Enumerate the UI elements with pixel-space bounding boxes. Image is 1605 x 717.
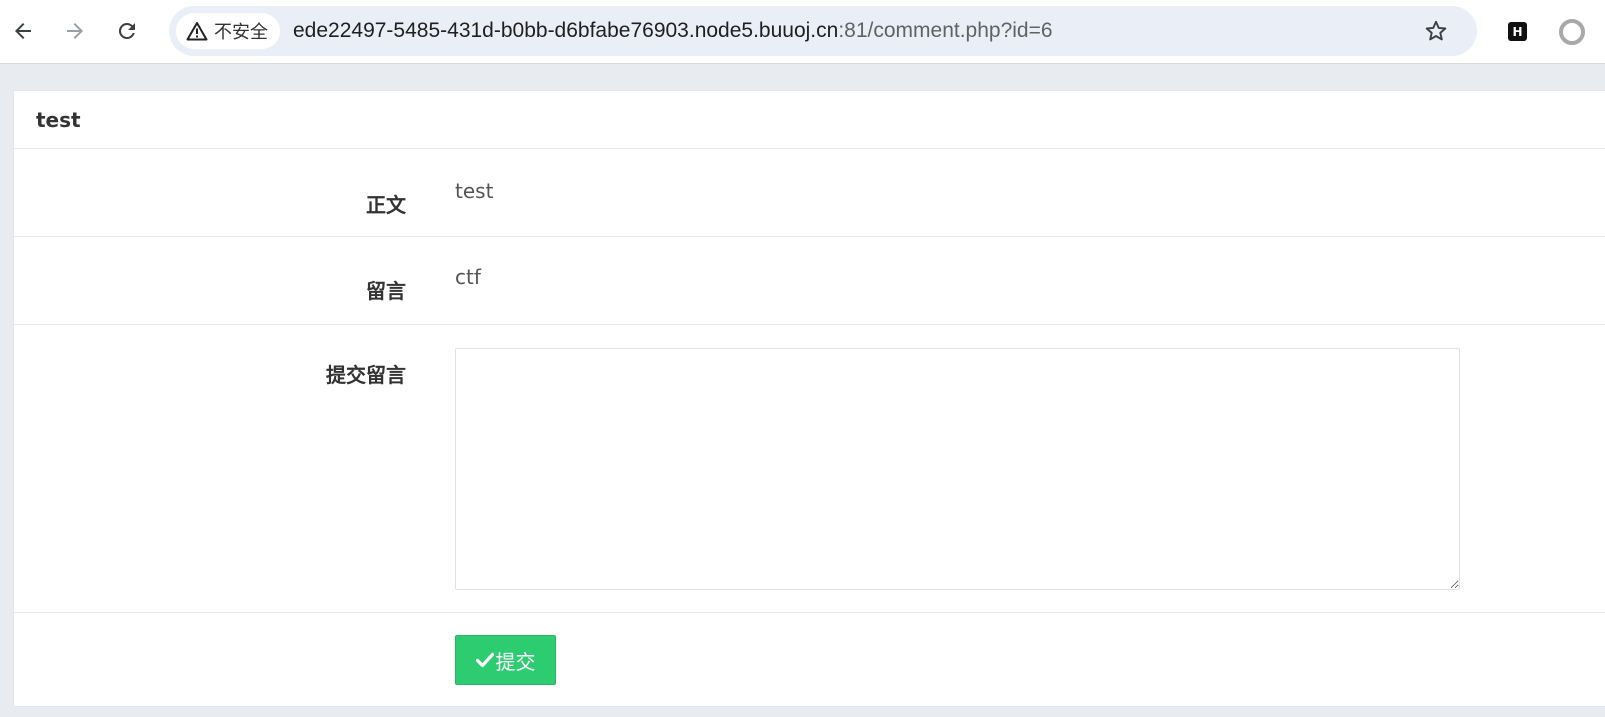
security-indicator[interactable]: 不安全 [176, 13, 280, 49]
reload-icon [118, 22, 135, 39]
comment-label: 留言 [366, 279, 406, 303]
browser-toolbar: 不安全 ede22497-5485-431d-b0bb-d6bfabe76903… [0, 0, 1605, 64]
url-path: :81/comment.php?id=6 [838, 19, 1053, 42]
post-panel: test 正文 test 留言 ctf 提交留言 提交 [13, 90, 1605, 707]
forward-button[interactable] [58, 14, 92, 48]
bookmark-button[interactable] [1423, 18, 1449, 44]
warning-triangle-icon [186, 22, 208, 41]
arrow-right-icon [67, 23, 83, 39]
submit-button-label: 提交 [495, 649, 536, 674]
comment-row: 留言 ctf [14, 237, 1605, 325]
arrow-left-icon [15, 23, 31, 39]
profile-circle-icon[interactable] [1559, 19, 1585, 45]
post-title: test [14, 91, 1605, 149]
url-text[interactable]: ede22497-5485-431d-b0bb-d6bfabe76903.nod… [293, 6, 1053, 56]
security-label: 不安全 [214, 22, 268, 43]
comment-value: ctf [455, 265, 481, 289]
extension-label: H [1512, 24, 1523, 39]
extension-h-icon[interactable]: H [1508, 22, 1527, 41]
comment-textarea[interactable] [455, 348, 1460, 590]
address-bar[interactable]: 不安全 ede22497-5485-431d-b0bb-d6bfabe76903… [169, 6, 1477, 56]
star-icon [1425, 20, 1447, 41]
reload-button[interactable] [110, 14, 144, 48]
body-row: 正文 test [14, 149, 1605, 237]
actions-row: 提交 [14, 613, 1605, 717]
body-label: 正文 [366, 193, 406, 217]
submit-comment-label: 提交留言 [326, 363, 406, 387]
back-button[interactable] [6, 14, 40, 48]
check-icon [475, 652, 494, 668]
body-value: test [455, 179, 494, 203]
url-host: ede22497-5485-431d-b0bb-d6bfabe76903.nod… [293, 19, 839, 42]
submit-button[interactable]: 提交 [455, 635, 556, 685]
submit-comment-row: 提交留言 [14, 325, 1605, 613]
